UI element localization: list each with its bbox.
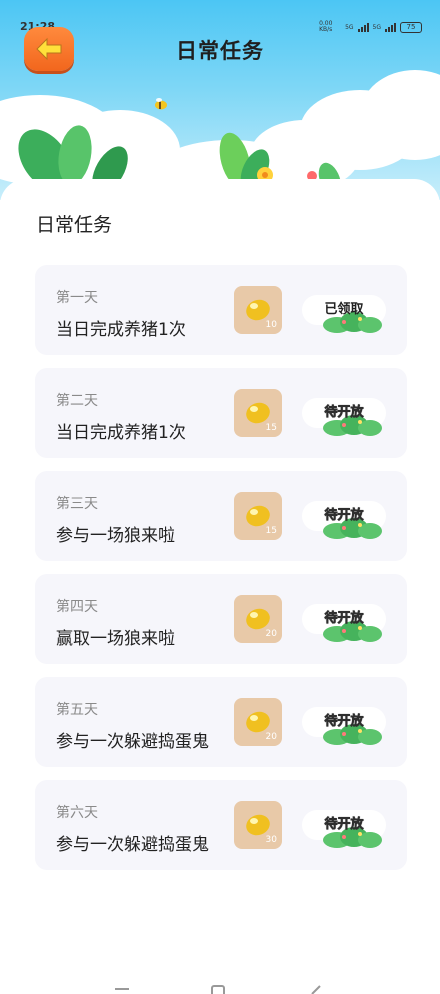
task-status-button[interactable]: 待开放: [302, 810, 386, 848]
task-status-label: 待开放: [324, 405, 364, 421]
page-title: 日常任务: [176, 39, 264, 63]
task-name: 赢取一场狼来啦: [56, 629, 175, 649]
reward-badge: 15: [234, 492, 282, 540]
task-name: 参与一次躲避捣蛋鬼: [56, 732, 209, 752]
reward-amount: 15: [265, 423, 277, 433]
task-name: 当日完成养猪1次: [56, 320, 186, 340]
signal-icon: [357, 22, 369, 32]
reward-amount: 10: [265, 320, 277, 330]
task-day-label: 第二天: [56, 393, 98, 409]
section-title: 日常任务: [36, 214, 113, 236]
bee-icon: [155, 98, 167, 110]
back-nav-icon[interactable]: [311, 985, 321, 994]
network-label-2: 5G: [372, 23, 381, 31]
task-status-label: 已领取: [324, 302, 364, 317]
task-day-label: 第五天: [56, 702, 98, 718]
reward-badge: 20: [234, 595, 282, 643]
menu-nav-icon[interactable]: [115, 988, 129, 990]
task-card: 第五天 参与一次躲避捣蛋鬼 20 待开放: [35, 677, 407, 767]
task-status-label: 待开放: [324, 611, 364, 627]
task-status-label: 待开放: [324, 714, 364, 730]
reward-badge: 15: [234, 389, 282, 437]
signal-icon-2: [385, 22, 396, 32]
task-status-button[interactable]: 已领取: [302, 295, 386, 333]
task-status-button[interactable]: 待开放: [302, 501, 386, 539]
task-name: 参与一场狼来啦: [56, 526, 175, 546]
system-nav-bar: [115, 985, 321, 994]
task-card: 第二天 当日完成养猪1次 15 待开放: [35, 368, 407, 458]
task-status-label: 待开放: [324, 508, 364, 524]
task-card: 第一天 当日完成养猪1次 10 已领取: [35, 265, 407, 355]
task-name: 当日完成养猪1次: [56, 423, 186, 443]
battery-icon: 75: [400, 21, 422, 33]
reward-amount: 20: [265, 629, 277, 639]
reward-badge: 30: [234, 801, 282, 849]
task-day-label: 第四天: [56, 599, 98, 615]
task-status-button[interactable]: 待开放: [302, 707, 386, 745]
reward-badge: 10: [234, 286, 282, 334]
task-day-label: 第三天: [56, 496, 98, 512]
task-day-label: 第六天: [56, 805, 98, 821]
task-card: 第三天 参与一场狼来啦 15 待开放: [35, 471, 407, 561]
task-status-button[interactable]: 待开放: [302, 604, 386, 642]
reward-amount: 20: [265, 732, 277, 742]
task-day-label: 第一天: [56, 290, 98, 306]
network-label-1: 5G: [345, 23, 354, 31]
task-panel: 日常任务 第一天 当日完成养猪1次 10 已领取 第二天 当日完成养猪1次 15…: [0, 179, 440, 994]
status-indicators: 0.00 KB/s 5G 5G 75: [319, 21, 422, 33]
task-status-button[interactable]: 待开放: [302, 398, 386, 436]
task-status-label: 待开放: [324, 817, 364, 833]
reward-amount: 15: [265, 526, 277, 536]
task-name: 参与一次躲避捣蛋鬼: [56, 835, 209, 855]
status-bar: 21:28 0.00 KB/s 5G 5G 75: [0, 0, 440, 33]
task-card: 第四天 赢取一场狼来啦 20 待开放: [35, 574, 407, 664]
reward-amount: 30: [265, 835, 277, 845]
reward-badge: 20: [234, 698, 282, 746]
task-card: 第六天 参与一次躲避捣蛋鬼 30 待开放: [35, 780, 407, 870]
home-nav-icon[interactable]: [211, 985, 225, 994]
battery-level: 75: [406, 23, 416, 31]
net-speed: 0.00 KB/s: [319, 20, 333, 33]
